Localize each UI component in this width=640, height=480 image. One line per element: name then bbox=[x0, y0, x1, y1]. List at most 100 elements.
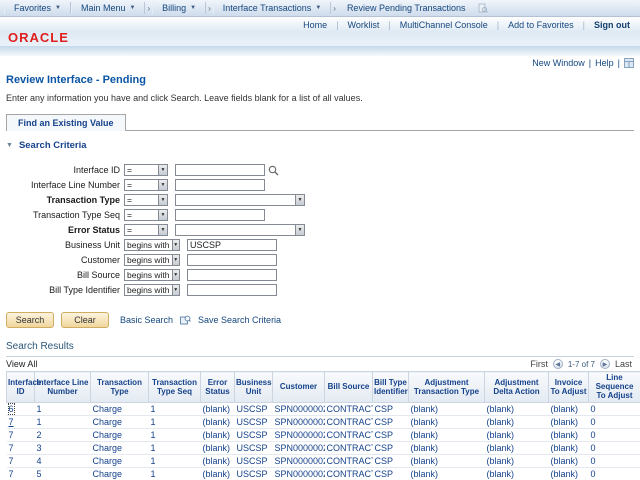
cell-link[interactable]: CSP bbox=[375, 404, 394, 414]
cell-link[interactable]: (blank) bbox=[411, 456, 439, 466]
cell-link[interactable]: (blank) bbox=[203, 469, 231, 479]
cell-link[interactable]: Charge bbox=[93, 404, 123, 414]
cell-link[interactable]: 1 bbox=[151, 456, 156, 466]
cell-link[interactable]: CSP bbox=[375, 469, 394, 479]
sign-out-link[interactable]: Sign out bbox=[585, 20, 632, 30]
cell-link[interactable]: (blank) bbox=[203, 417, 231, 427]
cell-link[interactable]: CONTRACTS bbox=[327, 417, 373, 427]
cell-link[interactable]: 4 bbox=[37, 456, 42, 466]
save-search-criteria-link[interactable]: Save Search Criteria bbox=[198, 315, 281, 325]
cell-link[interactable]: (blank) bbox=[551, 443, 579, 453]
cell-link[interactable]: SPN0000002 bbox=[275, 417, 325, 427]
cell-link[interactable]: (blank) bbox=[411, 469, 439, 479]
interface-line-number-operator-select[interactable]: =▼ bbox=[124, 179, 168, 191]
cell-link[interactable]: (blank) bbox=[487, 469, 515, 479]
cell-link[interactable]: 0 bbox=[591, 404, 596, 414]
cell-link[interactable]: 7 bbox=[9, 417, 14, 427]
cell-link[interactable]: (blank) bbox=[203, 443, 231, 453]
tab-find-existing-value[interactable]: Find an Existing Value bbox=[6, 114, 126, 131]
clear-button[interactable]: Clear bbox=[61, 312, 109, 328]
cell-link[interactable]: (blank) bbox=[551, 417, 579, 427]
interface-id-lookup-icon[interactable] bbox=[268, 165, 279, 176]
cell-link[interactable]: (blank) bbox=[487, 456, 515, 466]
cell-link[interactable]: (blank) bbox=[551, 469, 579, 479]
personalize-page-icon[interactable] bbox=[624, 58, 634, 68]
cell-link[interactable]: CONTRACTS bbox=[327, 456, 373, 466]
customer-operator-select[interactable]: begins with▼ bbox=[124, 254, 180, 266]
next-page-icon[interactable]: ▶ bbox=[600, 359, 610, 369]
basic-search-link[interactable]: Basic Search bbox=[120, 315, 173, 325]
cell-link[interactable]: 2 bbox=[37, 430, 42, 440]
cell-link[interactable]: USCSP bbox=[237, 404, 268, 414]
bill-type-identifier-input[interactable] bbox=[187, 284, 277, 296]
cell-link[interactable]: CONTRACTS bbox=[327, 430, 373, 440]
cell-link[interactable]: (blank) bbox=[203, 456, 231, 466]
bill-type-identifier-operator-select[interactable]: begins with▼ bbox=[124, 284, 180, 296]
nav-link-multichannel-console[interactable]: MultiChannel Console bbox=[391, 20, 497, 30]
cell-link[interactable]: 0 bbox=[591, 456, 596, 466]
pagination-first-label[interactable]: First bbox=[530, 359, 548, 369]
cell-link[interactable]: USCSP bbox=[237, 417, 268, 427]
breadcrumb-item-main-menu[interactable]: Main Menu▼ bbox=[71, 2, 145, 14]
cell-link[interactable]: 0 bbox=[591, 443, 596, 453]
cell-link[interactable]: SPN0000002 bbox=[275, 456, 325, 466]
transaction-type-seq-operator-select[interactable]: =▼ bbox=[124, 209, 168, 221]
cell-link[interactable]: 1 bbox=[151, 443, 156, 453]
nav-link-home[interactable]: Home bbox=[294, 20, 336, 30]
bill-source-input[interactable] bbox=[187, 269, 277, 281]
cell-link[interactable]: (blank) bbox=[487, 430, 515, 440]
breadcrumb-item-billing[interactable]: Billing▼ bbox=[152, 2, 206, 14]
search-button[interactable]: Search bbox=[6, 312, 54, 328]
cell-link[interactable]: Charge bbox=[93, 469, 123, 479]
cell-link[interactable]: 1 bbox=[151, 417, 156, 427]
cell-link[interactable]: (blank) bbox=[411, 417, 439, 427]
cell-link[interactable]: (blank) bbox=[203, 404, 231, 414]
cell-link[interactable]: 0 bbox=[591, 417, 596, 427]
cell-link[interactable]: 0 bbox=[591, 469, 596, 479]
nav-link-worklist[interactable]: Worklist bbox=[339, 20, 389, 30]
cell-link[interactable]: 7 bbox=[9, 456, 14, 466]
cell-link[interactable]: (blank) bbox=[551, 456, 579, 466]
cell-link[interactable]: Charge bbox=[93, 456, 123, 466]
interface-id-input[interactable] bbox=[175, 164, 265, 176]
cell-link[interactable]: (blank) bbox=[203, 430, 231, 440]
cell-link[interactable]: (blank) bbox=[551, 430, 579, 440]
cell-link[interactable]: CSP bbox=[375, 456, 394, 466]
cell-link[interactable]: (blank) bbox=[551, 404, 579, 414]
cell-link[interactable]: Charge bbox=[93, 417, 123, 427]
interface-id-operator-select[interactable]: =▼ bbox=[124, 164, 168, 176]
error-status-select[interactable]: ▼ bbox=[175, 224, 305, 236]
interface-line-number-input[interactable] bbox=[175, 179, 265, 191]
cell-link[interactable]: 5 bbox=[37, 469, 42, 479]
customer-input[interactable] bbox=[187, 254, 277, 266]
cell-link[interactable]: USCSP bbox=[237, 430, 268, 440]
save-search-icon[interactable] bbox=[180, 315, 191, 326]
favorites-menu[interactable]: Favorites ▼ bbox=[4, 2, 71, 14]
cell-link[interactable]: SPN0000002 bbox=[275, 443, 325, 453]
cell-link[interactable]: 6 bbox=[9, 404, 14, 414]
cell-link[interactable]: 1 bbox=[151, 430, 156, 440]
cell-link[interactable]: 7 bbox=[9, 430, 14, 440]
help-link[interactable]: Help bbox=[595, 58, 614, 68]
cell-link[interactable]: SPN0000002 bbox=[275, 469, 325, 479]
cell-link[interactable]: 7 bbox=[9, 443, 14, 453]
cell-link[interactable]: CONTRACTS bbox=[327, 443, 373, 453]
cell-link[interactable]: 1 bbox=[37, 404, 42, 414]
business-unit-operator-select[interactable]: begins with▼ bbox=[124, 239, 180, 251]
transaction-type-select[interactable]: ▼ bbox=[175, 194, 305, 206]
cell-link[interactable]: CSP bbox=[375, 430, 394, 440]
cell-link[interactable]: CONTRACTS bbox=[327, 404, 373, 414]
breadcrumb-search-icon[interactable] bbox=[478, 3, 488, 13]
error-status-operator-select[interactable]: =▼ bbox=[124, 224, 168, 236]
new-window-link[interactable]: New Window bbox=[532, 58, 585, 68]
breadcrumb-item-review-pending-transactions[interactable]: Review Pending Transactions bbox=[338, 2, 475, 14]
cell-link[interactable]: (blank) bbox=[411, 430, 439, 440]
cell-link[interactable]: 7 bbox=[9, 469, 14, 479]
previous-page-icon[interactable]: ◀ bbox=[553, 359, 563, 369]
transaction-type-operator-select[interactable]: =▼ bbox=[124, 194, 168, 206]
cell-link[interactable]: USCSP bbox=[237, 443, 268, 453]
cell-link[interactable]: (blank) bbox=[411, 443, 439, 453]
bill-source-operator-select[interactable]: begins with▼ bbox=[124, 269, 180, 281]
cell-link[interactable]: SPN0000002 bbox=[275, 430, 325, 440]
cell-link[interactable]: (blank) bbox=[487, 443, 515, 453]
